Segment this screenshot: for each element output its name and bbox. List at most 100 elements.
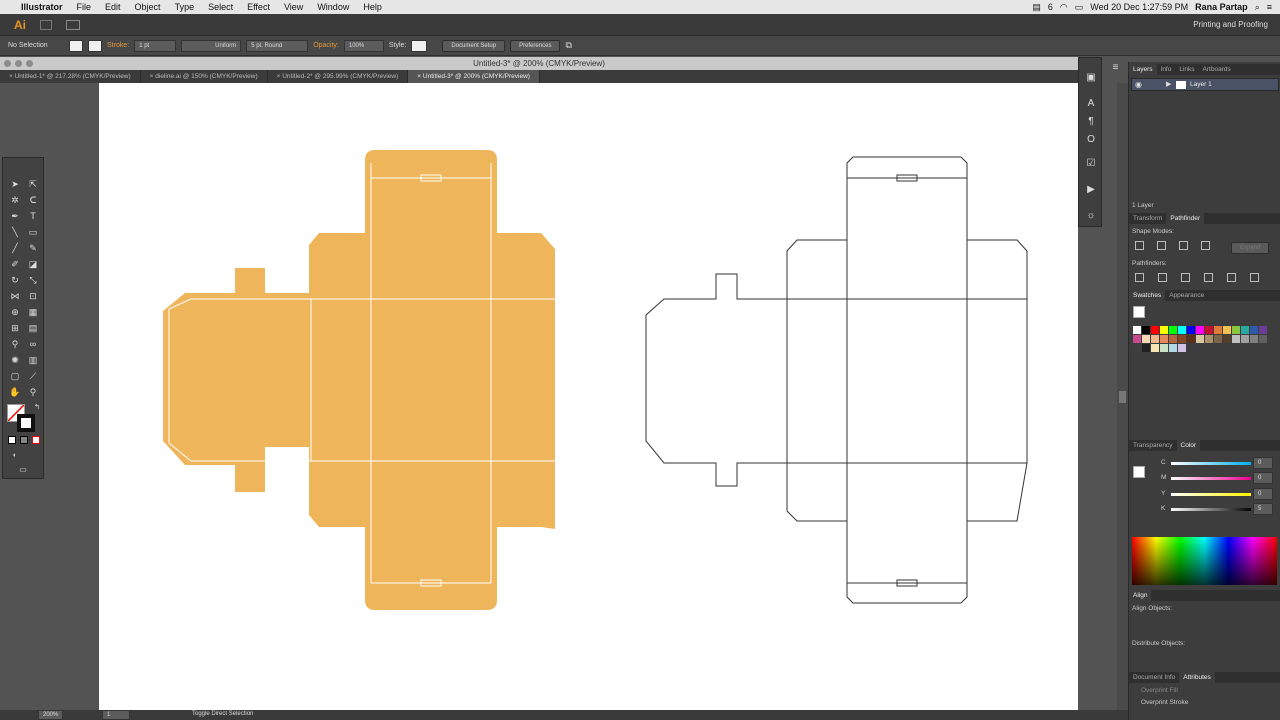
menu-edit[interactable]: Edit: [98, 0, 128, 14]
paragraph-panel-icon[interactable]: ¶: [1085, 116, 1097, 128]
rotate-tool-icon[interactable]: ↻: [9, 274, 21, 286]
arrange-icon[interactable]: ⧉: [565, 40, 571, 51]
swatch-3[interactable]: [1160, 326, 1168, 334]
swatch-24[interactable]: [1214, 335, 1222, 343]
swatch-26[interactable]: [1232, 335, 1240, 343]
swatch-0[interactable]: [1133, 326, 1141, 334]
mesh-tool-icon[interactable]: ⊞: [9, 322, 21, 334]
selection-tool-icon[interactable]: ➤: [9, 178, 21, 190]
tab-untitled-1[interactable]: × Untitled-1* @ 217.28% (CMYK/Preview): [0, 70, 141, 83]
swatch-14[interactable]: [1259, 326, 1267, 334]
zoom-level[interactable]: 200%: [38, 710, 64, 720]
minus-back-icon[interactable]: [1250, 273, 1259, 282]
type-tool-icon[interactable]: T: [27, 210, 39, 222]
swap-colors-icon[interactable]: ↰: [31, 402, 43, 414]
screen-mode-icon[interactable]: ▭: [17, 464, 29, 476]
divide-icon[interactable]: [1135, 273, 1144, 282]
swatch-32[interactable]: [1151, 344, 1159, 352]
outline-icon[interactable]: [1227, 273, 1236, 282]
tab-document-info[interactable]: Document Info: [1129, 672, 1179, 683]
minimize-window-button[interactable]: [15, 60, 22, 67]
tab-appearance[interactable]: Appearance: [1165, 290, 1208, 301]
shape-builder-tool-icon[interactable]: ⊕: [9, 306, 21, 318]
scroll-thumb[interactable]: [1119, 391, 1126, 403]
expand-layer-icon[interactable]: ▶: [1166, 80, 1171, 88]
filled-dieline[interactable]: [163, 150, 555, 610]
menu-type[interactable]: Type: [168, 0, 202, 14]
opentype-panel-icon[interactable]: O: [1085, 134, 1097, 146]
tab-transform[interactable]: Transform: [1129, 213, 1166, 224]
layer-row[interactable]: ◉ ▶ Layer 1: [1131, 78, 1279, 91]
rectangle-tool-icon[interactable]: ▭: [27, 226, 39, 238]
tab-untitled-3[interactable]: × Untitled-3* @ 200% (CMYK/Preview): [408, 70, 540, 83]
menu-object[interactable]: Object: [128, 0, 168, 14]
swatch-fill-stroke[interactable]: [1133, 306, 1145, 318]
film-icon[interactable]: ▤: [1032, 2, 1041, 13]
swatch-10[interactable]: [1223, 326, 1231, 334]
magic-wand-tool-icon[interactable]: ✲: [9, 194, 21, 206]
eraser-tool-icon[interactable]: ◪: [27, 258, 39, 270]
tab-dieline[interactable]: × dieline.ai @ 150% (CMYK/Preview): [141, 70, 268, 83]
swatch-16[interactable]: [1142, 335, 1150, 343]
swatch-35[interactable]: [1178, 344, 1186, 352]
unite-icon[interactable]: [1135, 241, 1144, 250]
overprint-fill-checkbox[interactable]: Overprint Fill: [1141, 687, 1178, 694]
graphic-style-picker[interactable]: [411, 39, 428, 52]
dieline-fill-shape[interactable]: [163, 150, 555, 610]
black-value[interactable]: 5: [1253, 503, 1273, 515]
swatch-15[interactable]: [1133, 335, 1141, 343]
swatch-11[interactable]: [1232, 326, 1240, 334]
direct-selection-tool-icon[interactable]: ⇱: [27, 178, 39, 190]
tab-align[interactable]: Align: [1129, 590, 1152, 601]
search-icon[interactable]: ⌕: [1255, 2, 1260, 13]
perspective-grid-tool-icon[interactable]: ▦: [27, 306, 39, 318]
menu-file[interactable]: File: [70, 0, 99, 14]
eyedropper-tool-icon[interactable]: ⚲: [9, 338, 21, 350]
variable-width-profile[interactable]: Uniform: [181, 39, 242, 52]
free-transform-tool-icon[interactable]: ⊡: [27, 290, 39, 302]
swatch-2[interactable]: [1151, 326, 1159, 334]
trim-icon[interactable]: [1158, 273, 1167, 282]
tab-attributes[interactable]: Attributes: [1179, 672, 1215, 683]
tab-transparency[interactable]: Transparency: [1129, 440, 1177, 451]
stroke-swatch[interactable]: [88, 39, 102, 52]
swatch-18[interactable]: [1160, 335, 1168, 343]
cyan-value[interactable]: 0: [1253, 457, 1273, 469]
stroke-weight-field[interactable]: 1 pt: [134, 39, 177, 52]
lasso-tool-icon[interactable]: ᑕ: [27, 194, 39, 206]
cyan-slider[interactable]: [1171, 462, 1251, 465]
swatch-8[interactable]: [1205, 326, 1213, 334]
swatch-23[interactable]: [1205, 335, 1213, 343]
fill-swatch[interactable]: [69, 39, 83, 52]
close-window-button[interactable]: [4, 60, 11, 67]
menu-view[interactable]: View: [277, 0, 310, 14]
tab-links[interactable]: Links: [1175, 64, 1198, 75]
preferences-button[interactable]: Preferences: [510, 39, 561, 52]
color-fill-box[interactable]: [1133, 466, 1145, 478]
user-name[interactable]: Rana Partap: [1195, 2, 1248, 12]
tab-info[interactable]: Info: [1157, 64, 1176, 75]
zoom-tool-icon[interactable]: ⚲: [27, 386, 39, 398]
stroke-color-box[interactable]: [17, 414, 35, 432]
opacity-label[interactable]: Opacity:: [313, 42, 339, 49]
swatch-1[interactable]: [1142, 326, 1150, 334]
character-panel-icon[interactable]: A: [1085, 98, 1097, 110]
actions-panel-icon[interactable]: ▶: [1085, 184, 1097, 196]
hand-tool-icon[interactable]: ✋: [9, 386, 21, 398]
swatch-12[interactable]: [1241, 326, 1249, 334]
clock[interactable]: Wed 20 Dec 1:27:59 PM: [1090, 2, 1188, 12]
panel-toggle-icon[interactable]: ▣: [1085, 72, 1097, 84]
width-tool-icon[interactable]: ⋈: [9, 290, 21, 302]
menu-select[interactable]: Select: [201, 0, 240, 14]
swatch-7[interactable]: [1196, 326, 1204, 334]
panel-menu-icon[interactable]: ≡: [1103, 62, 1128, 74]
visibility-eye-icon[interactable]: ◉: [1135, 80, 1142, 89]
tab-color[interactable]: Color: [1176, 440, 1201, 451]
swatch-27[interactable]: [1241, 335, 1249, 343]
swatch-31[interactable]: [1142, 344, 1150, 352]
layer-name[interactable]: Layer 1: [1190, 81, 1212, 88]
outline-dieline-shape[interactable]: [645, 156, 1028, 604]
intersect-icon[interactable]: [1179, 241, 1188, 250]
expand-button[interactable]: Expand: [1231, 242, 1270, 254]
yellow-slider[interactable]: [1171, 493, 1251, 496]
